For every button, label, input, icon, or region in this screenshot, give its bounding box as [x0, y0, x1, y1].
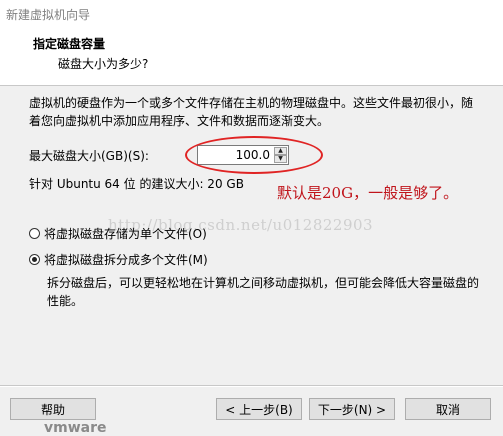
page-subtitle: 磁盘大小为多少?	[58, 57, 149, 71]
background-logo-text: vmware	[44, 420, 107, 436]
footer-divider	[0, 385, 503, 387]
back-button[interactable]: < 上一步(B)	[216, 398, 302, 420]
annotation-text: 默认是20G，一般是够了。	[277, 184, 459, 202]
spin-up-button[interactable]: ▲	[274, 147, 287, 155]
help-button[interactable]: 帮助	[10, 398, 96, 420]
radio-single-icon[interactable]	[29, 228, 40, 239]
page-title: 指定磁盘容量	[33, 37, 106, 51]
spin-down-button[interactable]: ▼	[274, 155, 287, 163]
radio-single-file[interactable]: 将虚拟磁盘存储为单个文件(O)	[29, 225, 207, 242]
disk-size-spinner[interactable]: ▲ ▼	[197, 145, 289, 165]
radio-single-label: 将虚拟磁盘存储为单个文件(O)	[44, 227, 207, 241]
recommended-size-text: 针对 Ubuntu 64 位 的建议大小: 20 GB	[29, 177, 244, 191]
title-bar: 新建虚拟机向导	[0, 0, 503, 28]
radio-multi-file[interactable]: 将虚拟磁盘拆分成多个文件(M)	[29, 251, 208, 268]
next-button[interactable]: 下一步(N) >	[309, 398, 395, 420]
radio-multi-icon[interactable]	[29, 254, 40, 265]
split-description: 拆分磁盘后，可以更轻松地在计算机之间移动虚拟机，但可能会降低大容量磁盘的性能。	[47, 276, 480, 308]
disk-description: 虚拟机的硬盘作为一个或多个文件存储在主机的物理磁盘中。这些文件最初很小，随着您向…	[29, 96, 474, 128]
window-title: 新建虚拟机向导	[6, 8, 91, 22]
cancel-button[interactable]: 取消	[405, 398, 491, 420]
wizard-header: 指定磁盘容量 磁盘大小为多少?	[0, 27, 503, 86]
radio-multi-label: 将虚拟磁盘拆分成多个文件(M)	[44, 253, 208, 267]
disk-size-label: 最大磁盘大小(GB)(S):	[29, 149, 149, 163]
disk-size-input[interactable]	[198, 146, 272, 164]
